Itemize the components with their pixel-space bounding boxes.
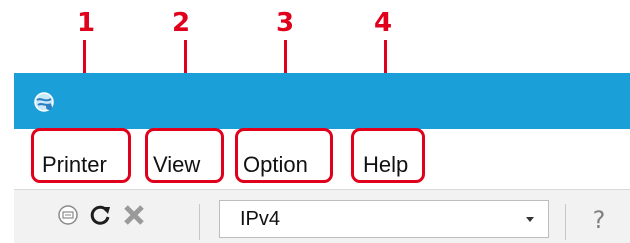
search-printer-icon[interactable]	[56, 203, 80, 227]
callout-number: 2	[172, 8, 191, 38]
callout-box	[351, 128, 425, 183]
help-icon[interactable]: ?	[587, 202, 611, 232]
callout-number: 4	[374, 8, 393, 38]
callout-number: 1	[77, 8, 96, 38]
callout-box	[31, 128, 131, 183]
globe-printer-icon	[34, 92, 54, 112]
callout-number: 3	[276, 8, 295, 38]
callout-box	[235, 128, 333, 183]
toolbar: IPv4 ?	[14, 189, 630, 243]
callout-box	[145, 128, 224, 183]
chevron-down-icon[interactable]	[526, 217, 534, 222]
protocol-select[interactable]: IPv4	[219, 200, 549, 238]
title-bar	[14, 73, 630, 129]
cancel-icon[interactable]	[122, 203, 146, 227]
toolbar-separator	[565, 204, 566, 240]
toolbar-separator	[199, 204, 200, 240]
protocol-select-value: IPv4	[240, 208, 281, 230]
refresh-icon[interactable]	[89, 203, 113, 227]
svg-text:?: ?	[593, 206, 606, 232]
